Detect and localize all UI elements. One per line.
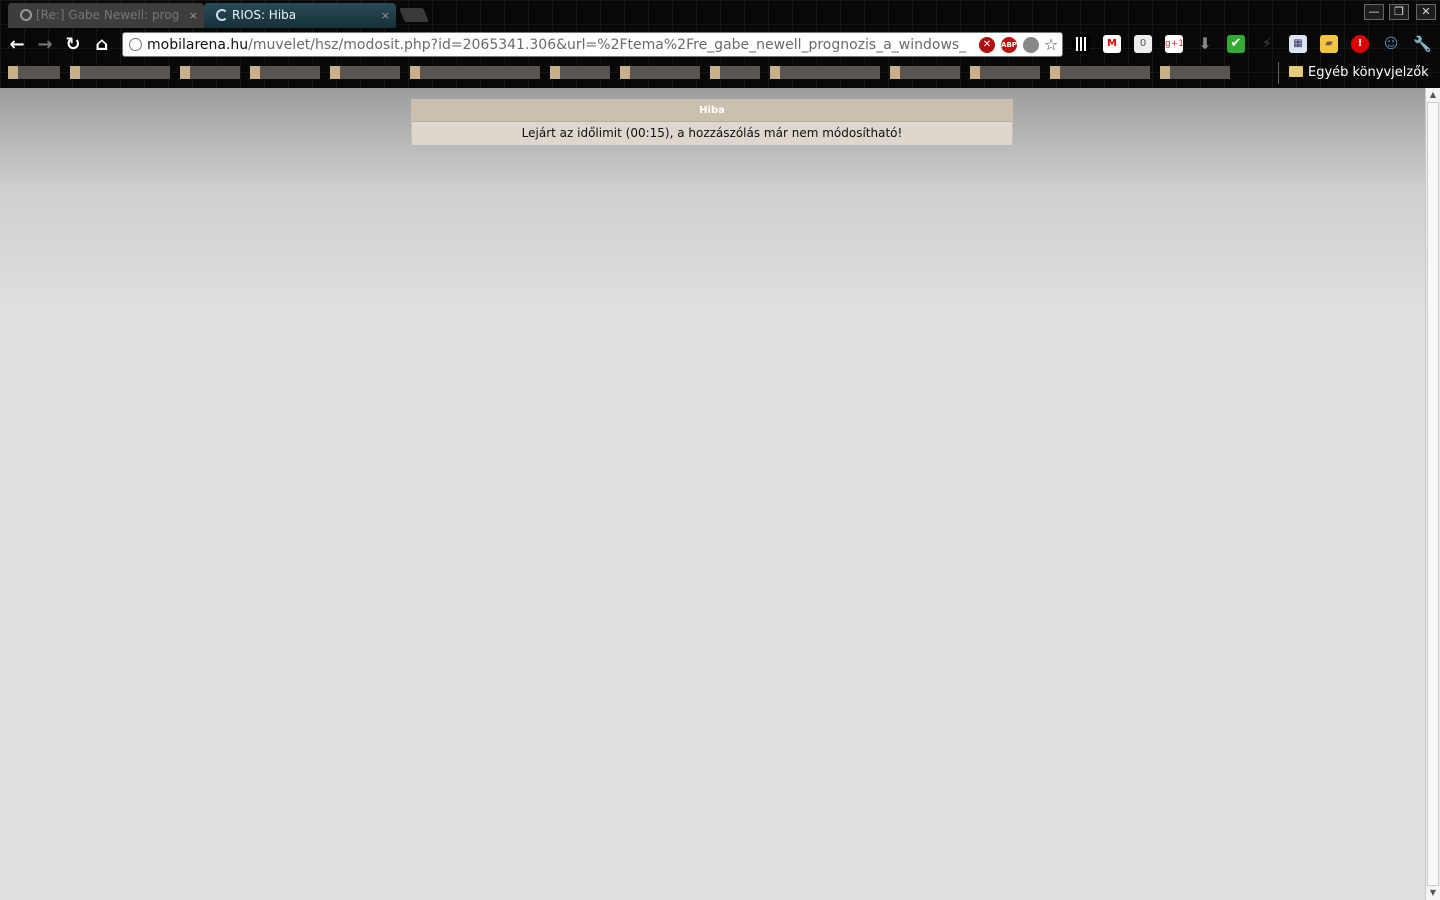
bookmark-item[interactable] bbox=[550, 66, 610, 79]
tab-gabe-newell[interactable]: [Re:] Gabe Newell: prog × bbox=[8, 3, 204, 28]
close-window-button[interactable]: ✕ bbox=[1416, 4, 1436, 20]
calendar-icon[interactable]: ▦ bbox=[1289, 35, 1307, 53]
bookmark-item[interactable] bbox=[8, 66, 60, 79]
other-bookmarks-label: Egyéb könyvjelzők bbox=[1308, 65, 1429, 80]
bookmark-item[interactable] bbox=[620, 66, 700, 79]
download-icon[interactable]: ⬇ bbox=[1196, 35, 1214, 53]
tab-close-icon[interactable]: × bbox=[381, 3, 390, 28]
gmail-icon[interactable]: M bbox=[1103, 35, 1121, 53]
globe-icon bbox=[129, 38, 142, 51]
back-arrow-icon[interactable]: ← bbox=[6, 34, 28, 56]
maximize-button[interactable]: ❐ bbox=[1389, 4, 1409, 20]
home-icon[interactable]: ⌂ bbox=[91, 34, 113, 56]
bookmark-item[interactable] bbox=[330, 66, 400, 79]
alert-icon[interactable]: ! bbox=[1351, 35, 1369, 53]
url-path: /muvelet/hsz/modosit.php?id=2065341.306&… bbox=[248, 37, 967, 53]
bookmark-item[interactable] bbox=[250, 66, 320, 79]
vertical-scrollbar[interactable]: ▲ ▼ bbox=[1425, 88, 1440, 900]
bookmark-item[interactable] bbox=[970, 66, 1040, 79]
address-bar[interactable]: mobilarena.hu/muvelet/hsz/modosit.php?id… bbox=[122, 32, 1063, 57]
checkmark-icon[interactable]: ✔ bbox=[1227, 35, 1245, 53]
url-host: mobilarena.hu bbox=[147, 37, 249, 53]
qr-code-icon[interactable] bbox=[1072, 35, 1090, 53]
wrench-menu-icon[interactable]: 🔧 bbox=[1413, 35, 1432, 53]
counter-badge-icon[interactable]: 0 bbox=[1134, 35, 1152, 53]
page-viewport: Hiba Lejárt az időlimit (00:15), a hozzá… bbox=[0, 88, 1425, 900]
google-plus-icon[interactable]: g+1 bbox=[1165, 35, 1184, 53]
reload-icon[interactable]: ↻ bbox=[62, 34, 84, 56]
bookmark-item[interactable] bbox=[770, 66, 880, 79]
tab-favicon-icon bbox=[20, 9, 32, 21]
error-box: Hiba Lejárt az időlimit (00:15), a hozzá… bbox=[411, 99, 1013, 145]
bookmark-item[interactable] bbox=[890, 66, 960, 79]
tab-loading-icon bbox=[216, 9, 228, 21]
scroll-down-arrow-icon[interactable]: ▼ bbox=[1426, 886, 1440, 900]
bookmark-item[interactable] bbox=[410, 66, 540, 79]
bookmark-item[interactable] bbox=[1160, 66, 1230, 79]
address-url[interactable]: mobilarena.hu/muvelet/hsz/modosit.php?id… bbox=[147, 36, 975, 54]
folder-icon bbox=[1289, 66, 1303, 77]
tab-title: [Re:] Gabe Newell: prog bbox=[36, 8, 180, 22]
tab-close-icon[interactable]: × bbox=[189, 3, 198, 28]
bookmark-star-icon[interactable]: ☆ bbox=[1043, 37, 1059, 53]
forward-arrow-icon[interactable]: → bbox=[34, 34, 56, 56]
scrollbar-thumb[interactable] bbox=[1427, 102, 1439, 886]
error-title: Hiba bbox=[412, 100, 1012, 122]
lightbulb-icon[interactable] bbox=[1023, 37, 1039, 53]
ghost-icon[interactable]: ☺ bbox=[1382, 35, 1400, 53]
tab-title: RIOS: Hiba bbox=[232, 8, 297, 22]
browser-chrome: [Re:] Gabe Newell: prog × RIOS: Hiba × —… bbox=[0, 0, 1440, 88]
bookmark-item[interactable] bbox=[70, 66, 170, 79]
folder-icon[interactable]: ▰ bbox=[1320, 35, 1338, 53]
stop-icon[interactable]: ✕ bbox=[979, 37, 995, 53]
bookmarks-divider bbox=[1278, 62, 1279, 84]
bookmark-item[interactable] bbox=[180, 66, 240, 79]
adblock-icon[interactable]: ABP bbox=[1001, 37, 1017, 53]
tab-rios-hiba[interactable]: RIOS: Hiba × bbox=[204, 3, 396, 28]
other-bookmarks-folder[interactable]: Egyéb könyvjelzők bbox=[1289, 64, 1429, 82]
bookmark-item[interactable] bbox=[1050, 66, 1150, 79]
scroll-up-arrow-icon[interactable]: ▲ bbox=[1426, 88, 1440, 102]
lightning-icon[interactable]: ⚡ bbox=[1258, 35, 1276, 53]
error-message: Lejárt az időlimit (00:15), a hozzászólá… bbox=[412, 122, 1012, 145]
minimize-button[interactable]: — bbox=[1364, 4, 1384, 20]
bookmark-item[interactable] bbox=[710, 66, 760, 79]
new-tab-button[interactable] bbox=[399, 8, 429, 22]
